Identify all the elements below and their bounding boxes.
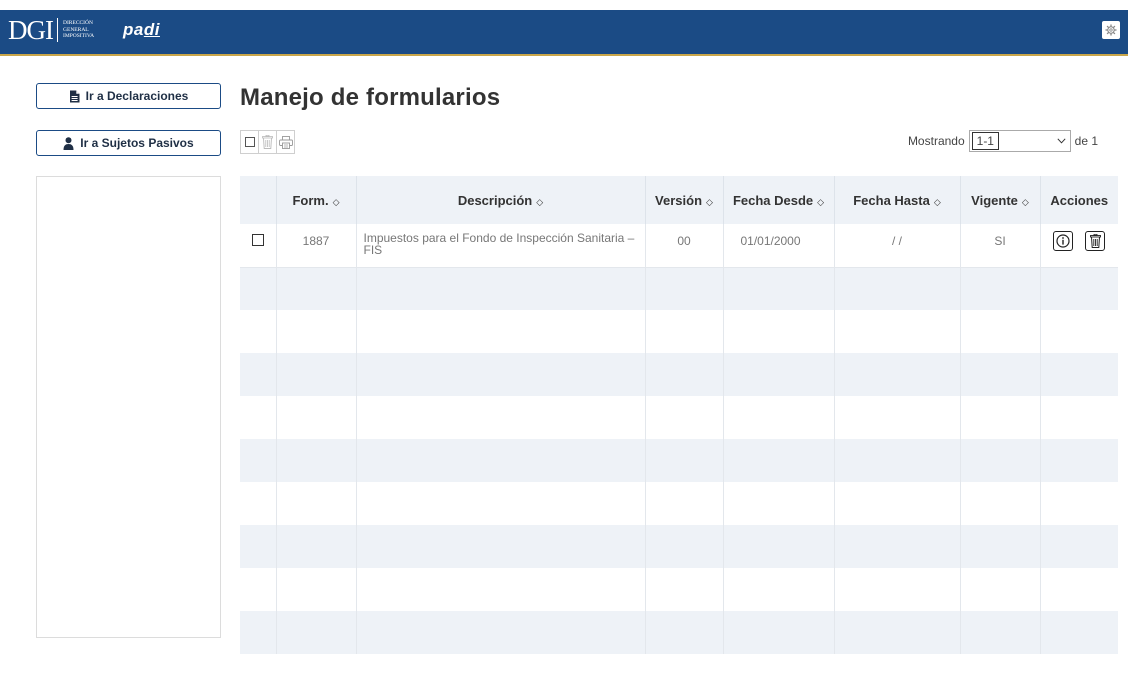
user-icon xyxy=(63,136,74,150)
header-description[interactable]: Descripción ◇ xyxy=(356,176,646,224)
settings-icon xyxy=(1105,24,1117,36)
print-button[interactable] xyxy=(276,130,295,154)
table-row-empty xyxy=(240,353,1118,396)
table-row-empty xyxy=(240,267,1118,310)
trash-icon xyxy=(1089,234,1101,248)
logo-sub-1: Dirección xyxy=(63,20,93,27)
settings-button[interactable] xyxy=(1102,21,1120,39)
header-description-label: Descripción xyxy=(457,192,533,208)
table-row-empty xyxy=(240,482,1118,525)
page-title: Manejo de formularios xyxy=(240,84,501,111)
header-actions: Acciones xyxy=(1040,176,1118,224)
app-name-part-a: pa xyxy=(123,20,144,39)
checkbox-icon xyxy=(244,137,255,147)
table-row-empty xyxy=(240,310,1118,353)
header-version[interactable]: Versión ◇ xyxy=(645,176,724,224)
table-row-empty xyxy=(240,525,1118,568)
logo-separator xyxy=(57,18,58,42)
page-range-value: 1-1 xyxy=(971,132,999,150)
logo-sub-3: Impositiva xyxy=(63,33,95,40)
header-actions-label: Acciones xyxy=(1050,192,1109,208)
go-to-taxpayers-button[interactable]: Ir a Sujetos Pasivos xyxy=(36,130,221,156)
table-row-empty xyxy=(240,396,1118,439)
header-date-from-label: Fecha Desde xyxy=(732,192,814,208)
go-to-declarations-button[interactable]: Ir a Declaraciones xyxy=(36,83,221,109)
chevron-down-icon xyxy=(1057,138,1066,144)
sort-icon: ◇ xyxy=(933,196,941,207)
sort-icon: ◇ xyxy=(536,196,544,207)
header-date-to-label: Fecha Hasta xyxy=(853,192,930,208)
header-active-label: Vigente xyxy=(971,192,1018,208)
pager-suffix: de 1 xyxy=(1074,134,1098,148)
app-name-part-b: di xyxy=(143,20,160,39)
dgi-logo[interactable]: DGI Dirección General Impositiva padi xyxy=(8,16,160,44)
header-active[interactable]: Vigente ◇ xyxy=(960,176,1041,224)
row-checkbox[interactable] xyxy=(251,234,264,246)
row-select-cell xyxy=(240,224,277,268)
pagination: Mostrando 1-1 de 1 xyxy=(908,130,1098,152)
forms-table: Form. ◇ Descripción ◇ Versión ◇ Fecha Desde… xyxy=(240,176,1118,654)
logo-sub-2: General xyxy=(63,26,89,33)
sort-icon: ◇ xyxy=(332,196,340,207)
table-row-empty xyxy=(240,568,1118,611)
table-row-empty xyxy=(240,439,1118,482)
side-panel xyxy=(36,176,221,638)
sort-icon: ◇ xyxy=(706,196,713,207)
logo-subtitle: Dirección General Impositiva xyxy=(63,20,107,40)
info-icon xyxy=(1056,234,1070,248)
cell-actions xyxy=(1040,224,1118,268)
header-form-label: Form. xyxy=(292,192,329,208)
cell-version: 00 xyxy=(645,224,724,268)
header-form[interactable]: Form. ◇ xyxy=(276,176,357,224)
pager-prefix: Mostrando xyxy=(907,134,965,148)
trash-icon xyxy=(262,135,273,149)
go-to-taxpayers-label: Ir a Sujetos Pasivos xyxy=(80,136,194,150)
info-button[interactable] xyxy=(1053,231,1074,251)
sort-icon: ◇ xyxy=(1021,196,1029,207)
top-bar: DGI Dirección General Impositiva padi xyxy=(0,0,1128,56)
header-date-from[interactable]: Fecha Desde ◇ xyxy=(723,176,835,224)
table-row[interactable]: 1887 Impuestos para el Fondo de Inspecci… xyxy=(240,224,1118,268)
delete-row-button[interactable] xyxy=(1085,231,1106,251)
app-name: padi xyxy=(123,20,160,40)
sort-icon: ◇ xyxy=(817,196,825,207)
table-header-row: Form. ◇ Descripción ◇ Versión ◇ Fecha Desde… xyxy=(240,176,1118,224)
cell-form: 1887 xyxy=(276,224,357,268)
header-select xyxy=(240,176,277,224)
cell-description: Impuestos para el Fondo de Inspección Sa… xyxy=(356,224,646,268)
table-row-empty xyxy=(240,611,1118,654)
cell-active: SI xyxy=(960,224,1041,268)
go-to-declarations-label: Ir a Declaraciones xyxy=(85,89,189,103)
select-all-button[interactable] xyxy=(240,130,259,154)
logo-dgi-text: DGI xyxy=(8,15,54,45)
cell-date-to: / / xyxy=(834,224,961,268)
page-range-select[interactable]: 1-1 xyxy=(968,130,1071,152)
print-icon xyxy=(278,135,293,149)
cell-date-from: 01/01/2000 xyxy=(723,224,835,268)
document-icon xyxy=(69,90,80,102)
header-date-to[interactable]: Fecha Hasta ◇ xyxy=(834,176,961,224)
table-toolbar xyxy=(240,130,295,154)
delete-selected-button[interactable] xyxy=(258,130,277,154)
header-version-label: Versión xyxy=(655,192,703,208)
